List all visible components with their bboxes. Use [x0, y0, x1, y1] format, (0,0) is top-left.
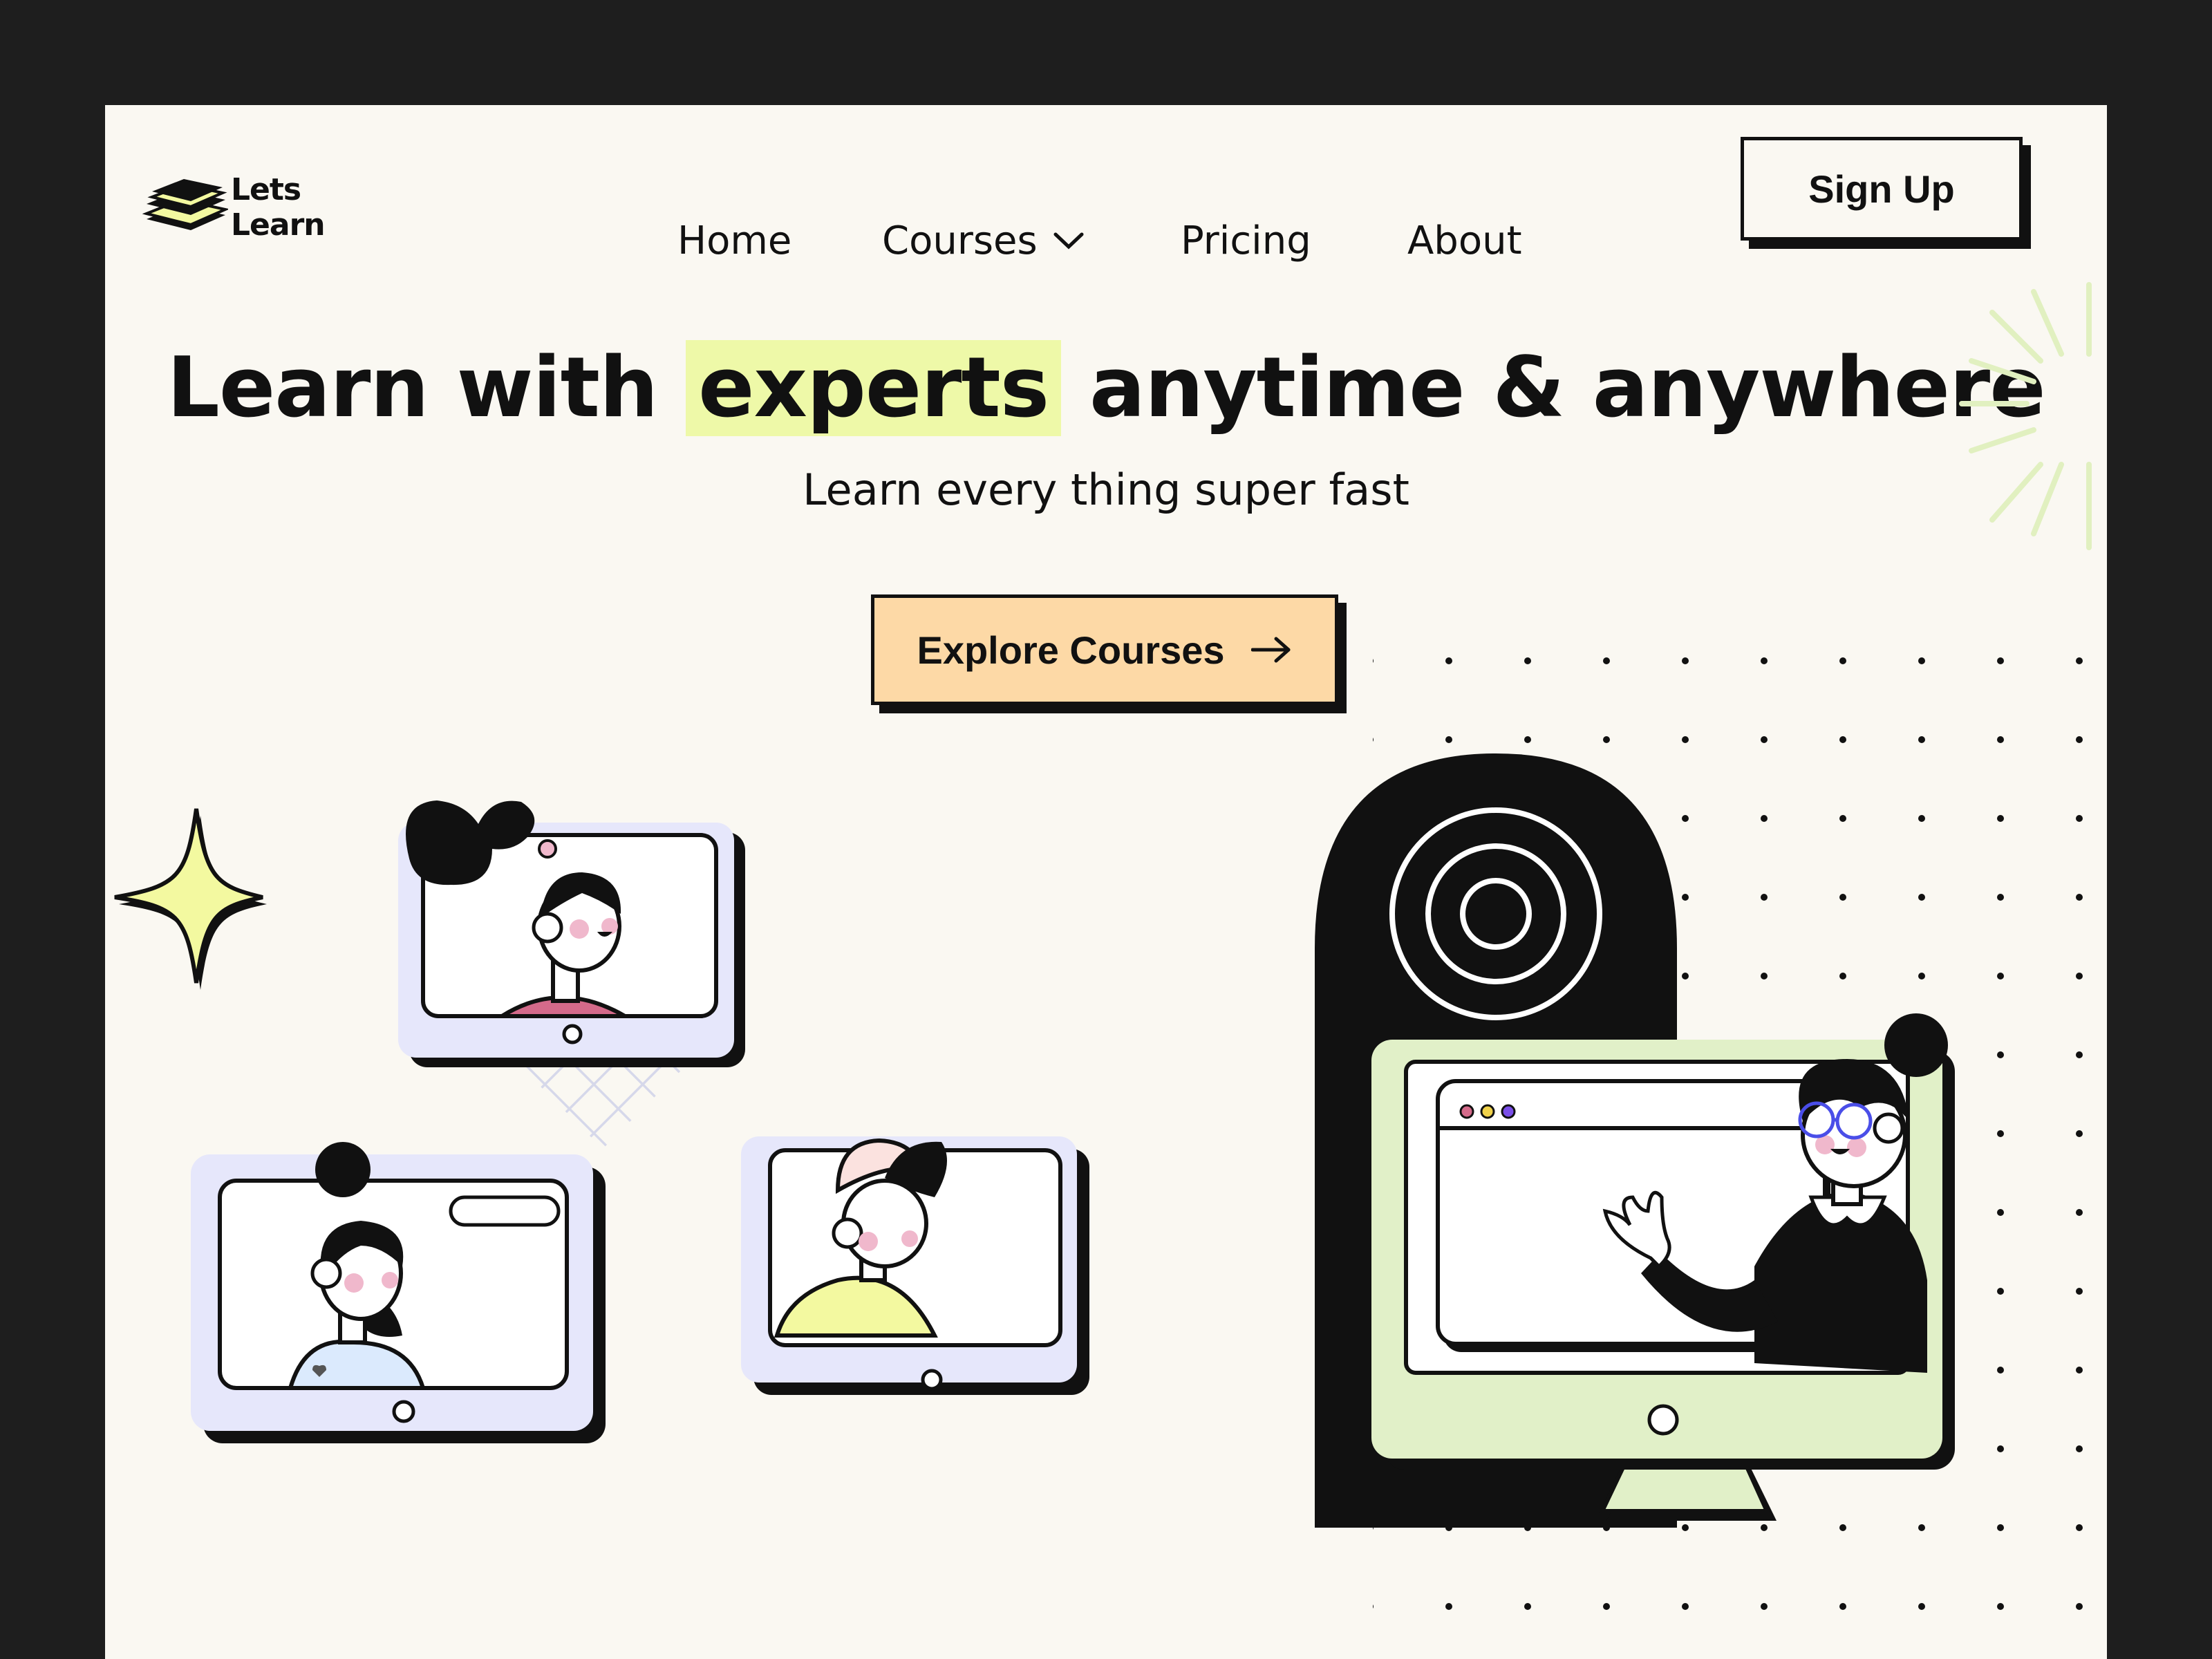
burst-decoration: [1959, 282, 2092, 550]
hero-illustration: [114, 282, 2107, 1659]
tablet-video-call-3: [741, 1136, 1089, 1395]
tablet-video-call-2: [191, 1142, 606, 1443]
sparkle-star-icon: [114, 808, 267, 990]
tablet-video-call-1: [398, 800, 745, 1067]
landing-page: Lets Learn Home Courses Pricing About Si…: [105, 105, 2107, 1659]
